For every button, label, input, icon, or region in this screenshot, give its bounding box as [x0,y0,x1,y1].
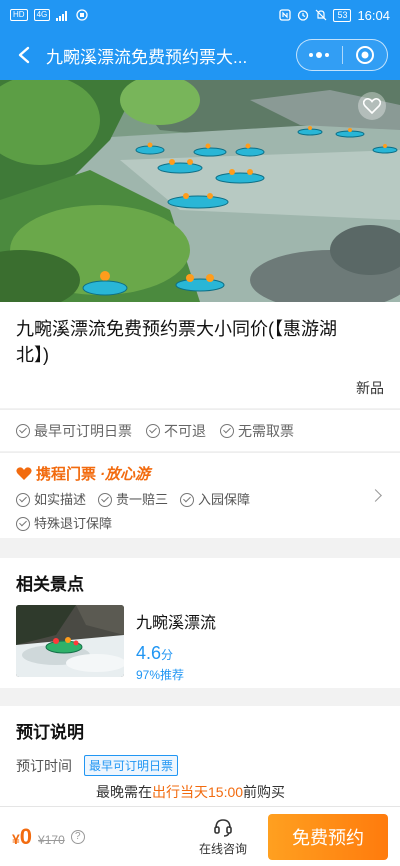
product-title: 九畹溪漂流免费预约票大小同价(【惠游湖北】) [16,319,337,365]
price-area: ¥ 0 ¥170 ? [0,824,188,850]
online-consult-button[interactable]: 在线咨询 [188,816,258,857]
feature-label: 不可退 [164,422,206,439]
booking-badge: 最早可订明日票 [84,755,179,776]
hero-image[interactable] [0,80,400,302]
free-booking-button[interactable]: 免费预约 [268,813,388,860]
deadline-suffix: 前购买 [243,784,286,800]
assurance-item-label: 入园保障 [198,492,251,507]
nav-bar: 九畹溪漂流免费预约票大... [0,30,400,80]
assurance-brand: 携程门票 [36,466,97,483]
feature-list: 最早可订明日票 不可退 无需取票 [0,409,400,451]
hd-tag: HD [10,9,28,21]
heart-brand-icon [16,466,32,480]
feature-item: 最早可订明日票 [16,421,132,441]
alarm-icon [298,10,309,21]
help-icon[interactable]: ? [70,829,85,844]
spot-recommend-rate: 97%推荐 [136,668,185,682]
check-circle-icon [16,423,30,438]
original-price: ¥170 [38,832,65,847]
nfc-icon [279,9,292,21]
miniprogram-capsule [296,39,388,71]
more-menu-button[interactable] [297,40,342,70]
spot-thumbnail [16,605,124,677]
check-circle-icon [220,423,234,438]
page-title: 九畹溪漂流免费预约票大... [46,47,248,67]
assurance-header: 携程门票 ·放心游 [16,463,384,484]
spot-name: 九畹溪漂流 [136,615,217,632]
check-circle-icon [16,493,30,507]
headset-icon [214,819,232,837]
deadline-highlight: 出行当天15:00 [152,784,244,800]
spot-score: 4.6分 [136,643,216,664]
booking-deadline: 最晚需在出行当天15:00前购买 [16,782,384,802]
battery-indicator: 53 [333,8,352,22]
feature-item: 不可退 [146,421,206,441]
assurance-item: 入园保障 [180,490,250,510]
feature-label: 无需取票 [238,422,294,439]
clock: 16:04 [357,7,390,23]
target-close-icon [355,46,374,64]
favorite-button[interactable] [358,92,386,120]
consult-label: 在线咨询 [198,842,247,856]
product-title-card: 九畹溪漂流免费预约票大小同价(【惠游湖北】) 新品 [0,302,400,408]
new-badge: 新品 [356,380,384,396]
assurance-item-label: 如实描述 [34,492,87,507]
assurance-item: 贵一赔三 [98,490,168,510]
deadline-prefix: 最晚需在 [96,784,152,800]
bottom-action-bar: ¥ 0 ¥170 ? 在线咨询 免费预约 [0,806,400,866]
network-tag: 4G [33,9,51,21]
wechat-pay-icon [76,9,88,21]
mute-icon [316,9,327,21]
price-currency: ¥ [12,830,20,847]
check-circle-icon [146,423,160,438]
check-circle-icon [16,517,30,531]
check-circle-icon [98,493,113,507]
feature-item: 无需取票 [220,421,294,441]
signal-icon [56,10,68,21]
check-circle-icon [180,493,195,507]
score-value: 4.6 [136,643,162,663]
section-title: 相关景点 [16,575,84,594]
assurance-panel[interactable]: 携程门票 ·放心游 如实描述 贵一赔三 入园保障 特殊退订保障 [0,452,400,538]
rafting-photo [0,80,400,302]
related-spot-card[interactable]: 九畹溪漂流 4.6分 97%推荐 [16,605,384,683]
assurance-item: 特殊退订保障 [16,514,112,534]
assurance-slogan: ·放心游 [100,466,151,483]
status-bar: HD 4G 53 16:04 [0,0,400,30]
booking-time-label: 预订时间 [16,757,72,774]
assurance-item-label: 贵一赔三 [116,492,169,507]
assurance-item-label: 特殊退订保障 [34,516,113,531]
booking-info-section: 预订说明 预订时间 最早可订明日票 最晚需在出行当天15:00前购买 [0,706,400,806]
heart-icon [363,98,381,114]
related-spots-section: 相关景点 九畹溪漂流 4.6分 97%推荐 [0,558,400,688]
chevron-right-icon[interactable] [369,489,382,502]
feature-label: 最早可订明日票 [34,422,132,439]
assurance-item: 如实描述 [16,490,86,510]
back-arrow-icon[interactable] [12,43,36,67]
section-title: 预订说明 [16,723,84,742]
price-value: 0 [19,823,33,849]
score-unit: 分 [161,648,174,662]
close-miniprogram-button[interactable] [343,40,388,70]
